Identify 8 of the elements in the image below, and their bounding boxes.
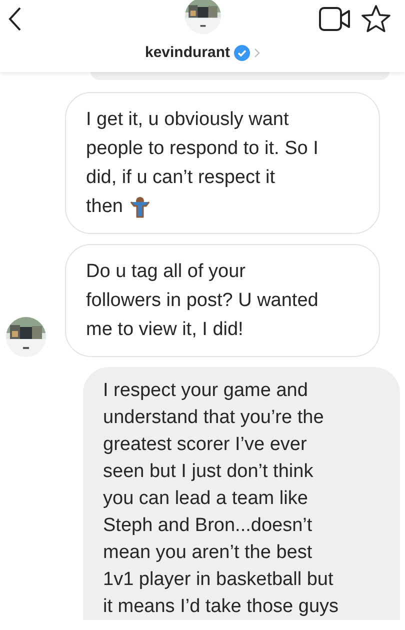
back-icon[interactable] xyxy=(8,6,22,32)
message-text: then xyxy=(86,195,123,219)
message-text: I respect your game and understand that you’re the greatest scorer I’ve ever seen but I just don’t think you can lead a team like Steph and Bron...doesn’t mean you aren’t the best 1v1 player in basketball but it means I’d take those guys xyxy=(103,380,339,617)
video-call-icon[interactable] xyxy=(319,6,351,32)
chevron-icon xyxy=(254,48,260,58)
star-icon[interactable] xyxy=(361,4,391,33)
username[interactable]: kevindurant xyxy=(144,42,230,64)
message-text: Do u tag all of your followers in post? U wanted me to view it, I did! xyxy=(86,260,318,342)
